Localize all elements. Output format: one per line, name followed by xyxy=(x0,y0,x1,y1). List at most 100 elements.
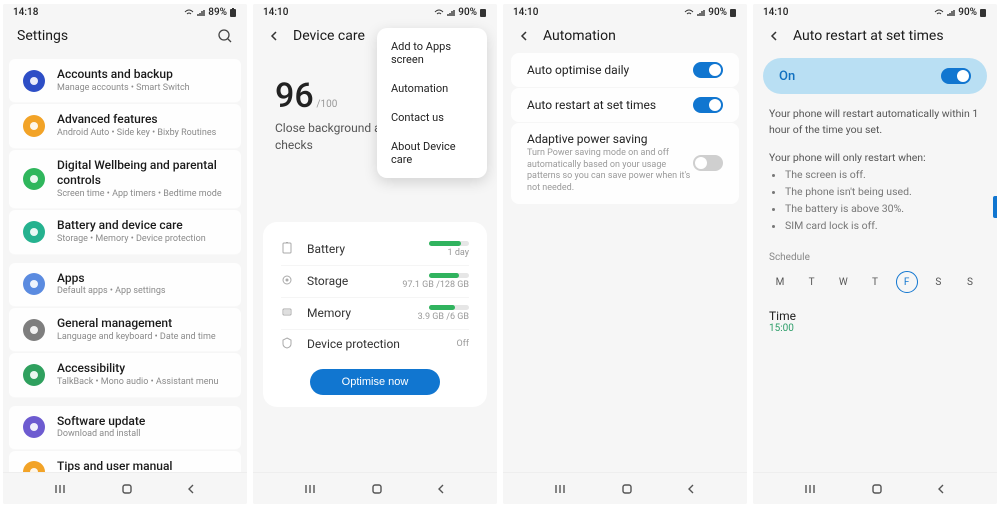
menu-item[interactable]: Automation xyxy=(377,74,487,103)
settings-item-icon xyxy=(23,70,45,92)
score-value: 96 xyxy=(275,76,314,116)
device-care-row[interactable]: Battery 1 day xyxy=(281,234,469,265)
settings-item-icon xyxy=(23,319,45,341)
time-value: 15:00 xyxy=(769,323,981,334)
settings-item-icon xyxy=(23,221,45,243)
time-block[interactable]: Time 15:00 xyxy=(753,303,997,340)
battery-icon xyxy=(979,8,987,18)
row-icon xyxy=(281,306,295,321)
menu-item[interactable]: Contact us xyxy=(377,103,487,132)
schedule-label: Schedule xyxy=(753,240,997,267)
info-bullet: The battery is above 30%. xyxy=(785,201,981,217)
battery-icon xyxy=(729,8,737,18)
page-title: Automation xyxy=(543,28,733,44)
master-toggle[interactable] xyxy=(941,68,971,84)
settings-row[interactable]: Apps Default apps • App settings xyxy=(9,263,241,307)
status-icons: 90% xyxy=(684,7,737,18)
back-button[interactable] xyxy=(434,482,448,496)
settings-list: Accounts and backup Manage accounts • Sm… xyxy=(3,52,247,504)
day-picker: MTWTFSS xyxy=(753,267,997,303)
automation-row[interactable]: Auto optimise daily xyxy=(511,53,739,87)
settings-item-icon xyxy=(23,168,45,190)
settings-row[interactable]: Accessibility TalkBack • Mono audio • As… xyxy=(9,353,241,397)
optimise-button[interactable]: Optimise now xyxy=(310,369,441,395)
statusbar: 14:10 90% xyxy=(253,4,497,20)
settings-item-text: Digital Wellbeing and parental controls … xyxy=(57,158,227,201)
nav-buttons xyxy=(503,472,747,504)
header: Automation xyxy=(503,20,747,52)
on-banner[interactable]: On xyxy=(763,58,987,94)
status-icons: 89% xyxy=(184,7,237,18)
row-value: 1 day xyxy=(429,241,469,258)
settings-row[interactable]: Accounts and backup Manage accounts • Sm… xyxy=(9,59,241,103)
settings-row[interactable]: Advanced features Android Auto • Side ke… xyxy=(9,104,241,148)
recents-button[interactable] xyxy=(553,482,571,496)
device-care-rows: Battery 1 day Storage 97.1 GB /128 GB Me… xyxy=(263,222,487,407)
info-bullet: The screen is off. xyxy=(785,167,981,183)
progress-bar xyxy=(429,273,469,278)
info-bullet: SIM card lock is off. xyxy=(785,218,981,234)
status-time: 14:10 xyxy=(263,7,288,18)
home-button[interactable] xyxy=(120,482,134,496)
back-button[interactable] xyxy=(184,482,198,496)
day-button[interactable]: M xyxy=(769,271,791,293)
recents-button[interactable] xyxy=(53,482,71,496)
device-care-row[interactable]: Memory 3.9 GB /6 GB xyxy=(281,297,469,329)
row-value: 3.9 GB /6 GB xyxy=(418,305,469,322)
nav-buttons xyxy=(753,472,997,504)
nav-buttons xyxy=(3,472,247,504)
search-icon[interactable] xyxy=(217,28,233,44)
auto-restart-screen: 14:10 90% Auto restart at set times On Y… xyxy=(753,4,997,504)
day-button[interactable]: S xyxy=(959,271,981,293)
statusbar: 14:10 90% xyxy=(753,4,997,20)
day-button[interactable]: T xyxy=(801,271,823,293)
wifi-icon xyxy=(684,8,694,18)
day-button[interactable]: T xyxy=(864,271,886,293)
home-button[interactable] xyxy=(620,482,634,496)
automation-row[interactable]: Adaptive power saving Turn Power saving … xyxy=(511,123,739,204)
status-time: 14:10 xyxy=(513,7,538,18)
nav-buttons xyxy=(253,472,497,504)
statusbar: 14:10 90% xyxy=(503,4,747,20)
header: Auto restart at set times xyxy=(753,20,997,52)
back-icon[interactable] xyxy=(767,29,781,43)
home-button[interactable] xyxy=(370,482,384,496)
recents-button[interactable] xyxy=(303,482,321,496)
settings-item-text: Apps Default apps • App settings xyxy=(57,271,166,298)
recents-button[interactable] xyxy=(803,482,821,496)
page-title: Settings xyxy=(17,28,205,44)
toggle[interactable] xyxy=(693,97,723,113)
day-button[interactable]: F xyxy=(896,271,918,293)
day-button[interactable]: S xyxy=(927,271,949,293)
automation-row[interactable]: Auto restart at set times xyxy=(511,88,739,122)
settings-screen: 14:18 89% Settings Accounts and backup M… xyxy=(3,4,247,504)
overflow-menu-popup: Add to Apps screenAutomationContact usAb… xyxy=(377,28,487,178)
back-icon[interactable] xyxy=(267,29,281,43)
settings-item-icon xyxy=(23,115,45,137)
progress-bar xyxy=(429,241,469,246)
row-value: Off xyxy=(457,339,469,349)
toggle[interactable] xyxy=(693,155,723,171)
status-time: 14:10 xyxy=(763,7,788,18)
back-icon[interactable] xyxy=(517,29,531,43)
info-text-1: Your phone will restart automatically wi… xyxy=(753,100,997,144)
settings-row[interactable]: General management Language and keyboard… xyxy=(9,308,241,352)
row-icon xyxy=(281,242,295,257)
settings-row[interactable]: Battery and device care Storage • Memory… xyxy=(9,210,241,254)
day-button[interactable]: W xyxy=(832,271,854,293)
toggle[interactable] xyxy=(693,62,723,78)
score-max: /100 xyxy=(316,99,337,110)
signal-icon xyxy=(446,8,456,18)
menu-item[interactable]: Add to Apps screen xyxy=(377,32,487,74)
settings-row[interactable]: Digital Wellbeing and parental controls … xyxy=(9,150,241,210)
signal-icon xyxy=(196,8,206,18)
automation-list: Auto optimise daily Auto restart at set … xyxy=(503,53,747,204)
device-care-row[interactable]: Storage 97.1 GB /128 GB xyxy=(281,265,469,297)
settings-row[interactable]: Software update Download and install xyxy=(9,406,241,450)
back-button[interactable] xyxy=(934,482,948,496)
device-care-row[interactable]: Device protection Off xyxy=(281,329,469,359)
home-button[interactable] xyxy=(870,482,884,496)
settings-item-text: Accounts and backup Manage accounts • Sm… xyxy=(57,67,190,94)
menu-item[interactable]: About Device care xyxy=(377,132,487,174)
back-button[interactable] xyxy=(684,482,698,496)
